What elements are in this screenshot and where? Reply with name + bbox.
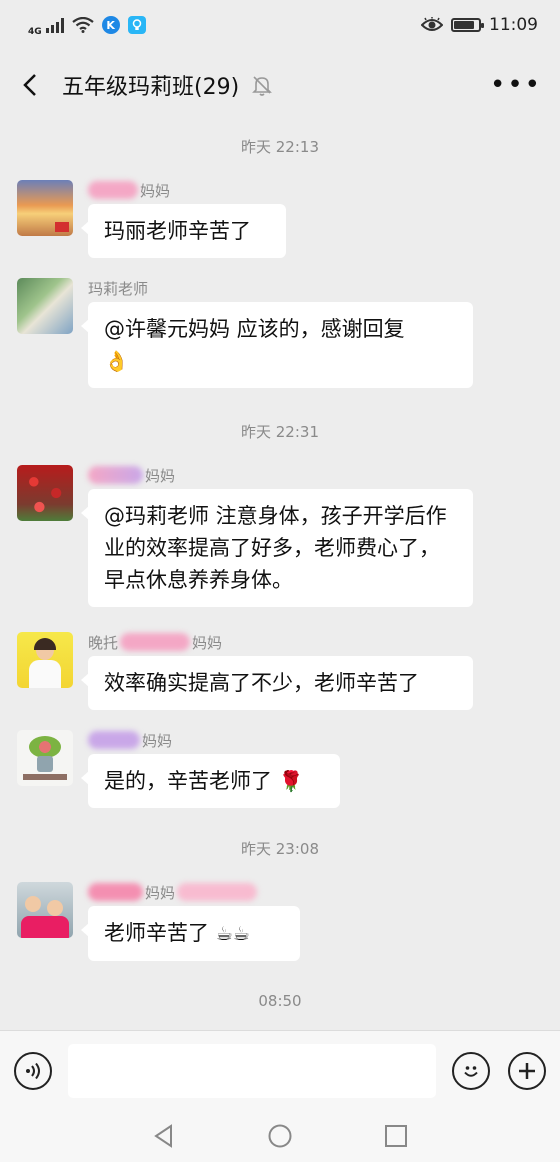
message-item: 妈妈 玛丽老师辛苦了 (17, 180, 286, 258)
more-functions-button[interactable] (508, 1051, 546, 1090)
redaction-blur (88, 883, 143, 901)
redaction-blur (88, 731, 140, 749)
sender-name: 妈妈 (88, 465, 473, 485)
status-left: 4G K (28, 14, 146, 37)
eye-comfort-icon (421, 17, 443, 31)
message-text: @玛莉老师 注意身体，孩子开学后作业的效率提高了好多，老师费心了，早点休息养养身… (104, 504, 447, 592)
smiley-icon (464, 1065, 478, 1077)
message-text: 效率确实提高了不少，老师辛苦了 (104, 671, 419, 695)
avatar[interactable] (17, 278, 73, 334)
timestamp: 昨天 23:08 (241, 840, 319, 858)
message-item: 妈妈 是的，辛苦老师了 🌹 (17, 730, 340, 808)
bulb-notification-icon (127, 16, 146, 34)
message-bubble[interactable]: @玛莉老师 注意身体，孩子开学后作业的效率提高了好多，老师费心了，早点休息养养身… (81, 489, 473, 607)
nav-back-icon[interactable] (151, 1123, 177, 1149)
back-icon[interactable] (18, 73, 42, 97)
redaction-blur (88, 181, 138, 199)
message-bubble[interactable]: @许馨元妈妈 应该的，感谢回复 👌 (81, 302, 473, 388)
nav-recents-icon[interactable] (383, 1123, 409, 1149)
sender-suffix: 妈妈 (145, 466, 176, 485)
message-text: 老师辛苦了 (104, 921, 209, 945)
redaction-blur (120, 633, 191, 651)
message-text: @许馨元妈妈 应该的，感谢回复 (104, 317, 405, 341)
sender-name: 玛莉老师 (88, 279, 149, 298)
avatar[interactable] (17, 730, 73, 786)
status-bar: 4G K 11:09 (0, 0, 560, 50)
more-options-icon[interactable]: ••• (490, 70, 542, 100)
sender-suffix: 妈妈 (140, 181, 171, 200)
redaction-blur (88, 466, 143, 484)
sender-suffix: 妈妈 (145, 883, 176, 902)
sender-name: 晚托 妈妈 (88, 632, 473, 652)
message-bubble[interactable]: 效率确实提高了不少，老师辛苦了 (81, 656, 473, 710)
sender-name: 妈妈 (88, 180, 286, 200)
timestamp: 昨天 22:31 (241, 423, 319, 441)
message-item: 妈妈 老师辛苦了 ☕☕ (17, 882, 300, 961)
message-input[interactable] (68, 1043, 436, 1098)
chat-title: 五年级玛莉班(29) (62, 75, 240, 100)
system-nav-bar (0, 1110, 560, 1162)
nav-home-icon[interactable] (267, 1123, 293, 1149)
chat-header: 五年级玛莉班(29) ••• (0, 56, 560, 114)
message-text: 玛丽老师辛苦了 (104, 219, 251, 243)
wifi-icon (71, 17, 94, 33)
message-bubble[interactable]: 老师辛苦了 ☕☕ (81, 906, 300, 961)
message-bubble[interactable]: 玛丽老师辛苦了 (81, 204, 286, 258)
status-right: 11:09 (421, 15, 538, 35)
signal-icon (45, 17, 64, 33)
sender-name: 妈妈 (88, 882, 300, 902)
voice-input-button[interactable] (14, 1051, 52, 1090)
timestamp: 昨天 22:13 (241, 138, 319, 156)
mute-bell-icon (252, 76, 273, 96)
sender-suffix: 妈妈 (142, 731, 173, 750)
input-bar (0, 1030, 560, 1110)
message-item: 晚托 妈妈 效率确实提高了不少，老师辛苦了 (17, 632, 473, 710)
coffee-emoji-icon: ☕☕ (215, 923, 250, 945)
clock: 11:09 (489, 15, 538, 35)
timestamp: 08:50 (258, 992, 302, 1010)
battery-icon (451, 18, 484, 32)
network-type: 4G (28, 26, 42, 37)
rose-emoji-icon: 🌹 (278, 769, 304, 793)
avatar[interactable] (17, 882, 73, 938)
message-item: 妈妈 @玛莉老师 注意身体，孩子开学后作业的效率提高了好多，老师费心了，早点休息… (17, 465, 473, 607)
redaction-blur (177, 883, 258, 901)
voice-icon (26, 1062, 40, 1079)
ok-hand-emoji-icon: 👌 (104, 349, 129, 373)
avatar[interactable] (17, 180, 73, 236)
message-text: 是的，辛苦老师了 (104, 769, 272, 793)
message-bubble[interactable]: 是的，辛苦老师了 🌹 (81, 754, 340, 808)
sender-suffix: 妈妈 (192, 633, 223, 652)
avatar[interactable] (17, 632, 73, 688)
sender-prefix: 晚托 (88, 633, 119, 652)
message-item: 玛莉老师 @许馨元妈妈 应该的，感谢回复 👌 (17, 278, 473, 388)
plus-icon (519, 1062, 535, 1079)
sender-name: 妈妈 (88, 730, 340, 750)
app-notification-icon: K (101, 16, 120, 34)
emoji-button[interactable] (452, 1051, 490, 1090)
avatar[interactable] (17, 465, 73, 521)
